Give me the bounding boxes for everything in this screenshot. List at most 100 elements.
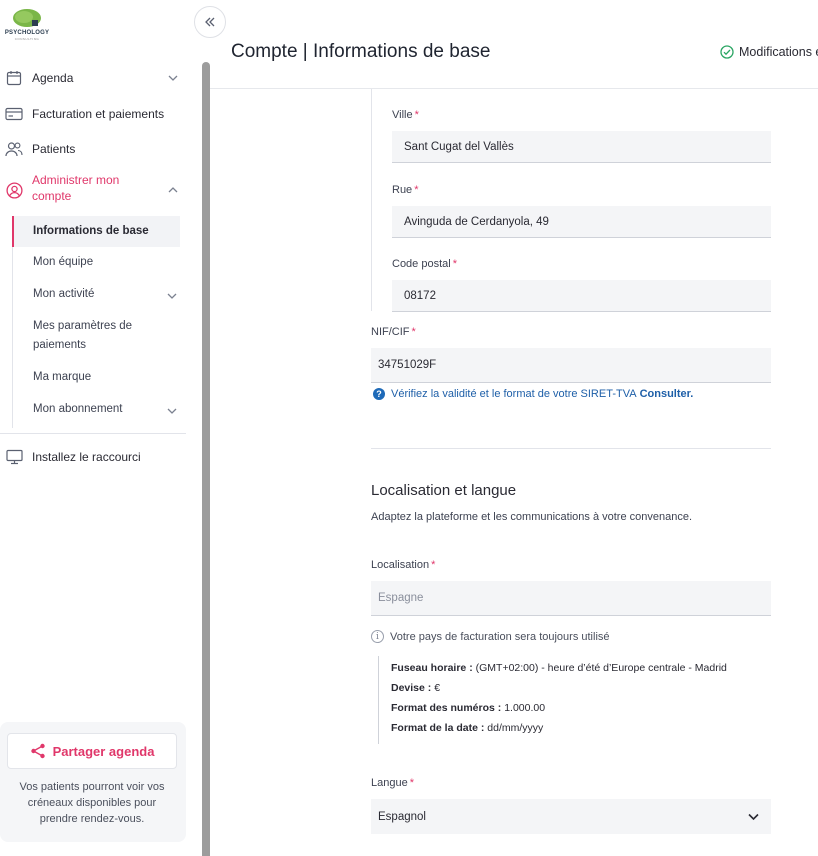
admin-label-line2: compte [32,189,72,203]
locale-section-title: Localisation et langue [371,482,517,499]
sidebar-scrollbar[interactable] [202,62,210,856]
submenu-item-label: Ma marque [33,371,92,383]
locale-details: Fuseau horaire : (GMT+02:00) - heure d’é… [378,656,758,744]
chevron-down-icon[interactable] [748,813,759,820]
chevron-down-icon[interactable] [167,293,177,299]
submenu-item-basic-info[interactable]: Informations de base [12,216,180,247]
detail-key: Format de la date : [391,722,485,734]
street-input[interactable]: Avinguda de Cerdanyola, 49 [392,206,771,238]
submenu-item-payment-settings[interactable]: Mes paramètres de paiements [13,317,181,355]
localisation-input[interactable]: Espagne [371,581,771,616]
language-label: Langue * [371,777,414,789]
logo-text: PSYCHOLOGY [4,30,50,36]
sidebar-item-install-shortcut[interactable]: Installez le raccourci [0,447,186,467]
app-logo[interactable]: PSYCHOLOGY CONSULTING [4,6,50,41]
share-button-label: Partager agenda [52,743,155,759]
submenu-item-label: paiements [33,339,87,351]
sidebar-item-label: Patients [32,142,76,156]
sidebar-item-label: Administrer mon compte [32,172,119,204]
detail-key: Format des numéros : [391,702,502,714]
timezone-row: Fuseau horaire : (GMT+02:00) - heure d’é… [391,662,727,674]
chevron-down-icon[interactable] [167,408,177,414]
city-label: Ville * [392,109,419,121]
calendar-icon [3,68,25,88]
page-title: Compte | Informations de base [231,41,491,62]
billing-country-note: i Votre pays de facturation sera toujour… [371,630,610,643]
detail-value: dd/mm/yyyy [484,722,544,734]
detail-value: € [431,682,441,694]
sidebar-item-label: Agenda [32,71,74,85]
postal-code-label: Code postal * [392,258,457,270]
nif-help: ? Vérifiez la validité et le format de v… [373,388,693,400]
number-format-row: Format des numéros : 1.000.00 [391,702,545,714]
required-marker: * [431,559,436,571]
label-text: Rue [392,184,413,196]
label-text: Ville [392,109,413,121]
label-text: Code postal [392,258,451,270]
submenu-item-my-activity[interactable]: Mon activité [13,285,181,304]
section-divider [371,448,771,449]
share-agenda-button[interactable]: Partager agenda [7,733,177,769]
sidebar-divider [0,433,186,434]
language-select[interactable]: Espagnol [371,799,771,834]
locale-section-subtitle: Adaptez la plateforme et les communicati… [371,511,693,523]
help-text: Vérifiez la validité et le format de vot… [391,388,637,400]
admin-submenu: Informations de base Mon équipe Mon acti… [12,216,182,428]
detail-key: Fuseau horaire : [391,662,473,674]
logo-subtext: CONSULTING [14,37,40,41]
label-text: Localisation [371,559,430,571]
required-marker: * [414,184,419,196]
submenu-item-label: Mon équipe [33,256,94,268]
submenu-item-subscription[interactable]: Mon abonnement [13,400,181,419]
language-selected-value: Espagnol [378,810,426,823]
required-marker: * [409,777,414,789]
sidebar-item-billing[interactable]: Facturation et paiements [0,104,186,124]
sidebar-item-agenda[interactable]: Agenda [0,67,186,89]
postal-code-input[interactable]: 08172 [392,280,771,312]
consult-link[interactable]: Consulter. [640,388,694,400]
sidebar-item-admin-account[interactable]: Administrer mon compte [0,172,186,208]
question-icon: ? [373,388,385,400]
share-agenda-panel: Partager agenda Vos patients pourront vo… [0,722,186,842]
share-desc-line: prendre rendez-vous. [39,813,145,825]
detail-value: 1.000.00 [501,702,546,714]
users-icon [3,139,25,159]
currency-row: Devise : € [391,682,440,694]
share-desc-line: créneaux disponibles pour [27,797,157,809]
submenu-item-label: Mes paramètres de [33,320,133,332]
nif-input[interactable]: 34751029F [371,348,771,383]
share-icon [30,743,45,759]
info-icon: i [371,630,384,643]
save-status-text: Modifications e [739,45,818,59]
brain-logo-icon [13,9,41,27]
double-chevron-left-icon [205,17,215,27]
collapse-sidebar-button[interactable] [194,6,226,38]
city-input[interactable]: Sant Cugat del Vallès [392,131,771,163]
chevron-down-icon[interactable] [168,75,178,81]
check-circle-icon [720,45,734,59]
submenu-item-label: Mon abonnement [33,403,123,415]
detail-key: Devise : [391,682,432,694]
credit-card-icon [3,104,25,124]
submenu-item-my-brand[interactable]: Ma marque [13,368,181,387]
sidebar-item-label: Facturation et paiements [32,107,165,121]
admin-label-line1: Administrer mon [32,173,120,187]
user-circle-icon [3,180,25,200]
address-section: Ville * Sant Cugat del Vallès Rue * Avingu… [371,89,771,312]
label-text: Langue [371,777,408,789]
detail-value: (GMT+02:00) - heure d’été d’Europe centr… [472,662,727,674]
nif-label: NIF/CIF * [371,326,416,338]
chevron-up-icon[interactable] [168,187,178,193]
required-marker: * [452,258,457,270]
street-label: Rue * [392,184,418,196]
save-status: Modifications e [720,45,818,59]
submenu-item-my-team[interactable]: Mon équipe [13,253,181,272]
submenu-item-label: Informations de base [33,225,149,237]
required-marker: * [411,326,416,338]
required-marker: * [414,109,419,121]
sidebar-item-patients[interactable]: Patients [0,139,186,159]
share-desc-line: Vos patients pourront voir vos [19,781,165,793]
sidebar-item-label: Installez le raccourci [32,450,141,464]
monitor-icon [3,447,25,467]
label-text: NIF/CIF [371,326,410,338]
